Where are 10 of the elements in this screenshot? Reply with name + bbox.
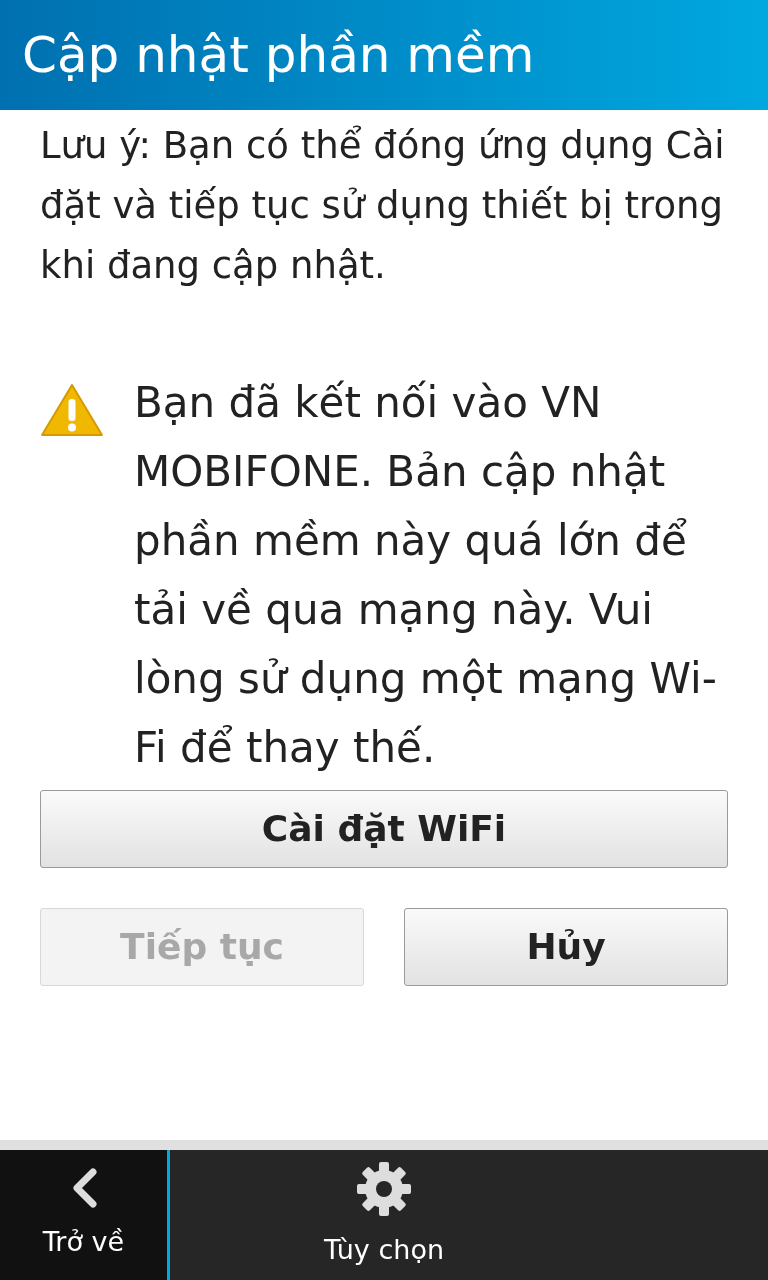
warning-icon [40, 382, 104, 438]
back-icon [70, 1167, 97, 1208]
action-button[interactable]: Hủy [404, 908, 728, 986]
options-button[interactable]: Tùy chọn [307, 1150, 461, 1280]
back-button[interactable]: Trở về [0, 1150, 170, 1280]
action-button[interactable]: Cài đặt WiFi [40, 790, 728, 868]
window-title: Cập nhật phần mềm [22, 30, 535, 80]
note-text: Lưu ý: Bạn có thể đóng ứng dụng Cài đặt và tiếp tục sử dụng thiết bị trong khi đang cập nhật. [40, 123, 726, 289]
settings-icon [355, 1159, 413, 1218]
warning-message: Bạn đã kết nối vào VN MOBIFONE. Bản cập nhật phần mềm này quá lớn để tải về qua mạng này. Vui lòng sử dụng một mạng Wi-Fi để thay thế. [134, 377, 718, 774]
